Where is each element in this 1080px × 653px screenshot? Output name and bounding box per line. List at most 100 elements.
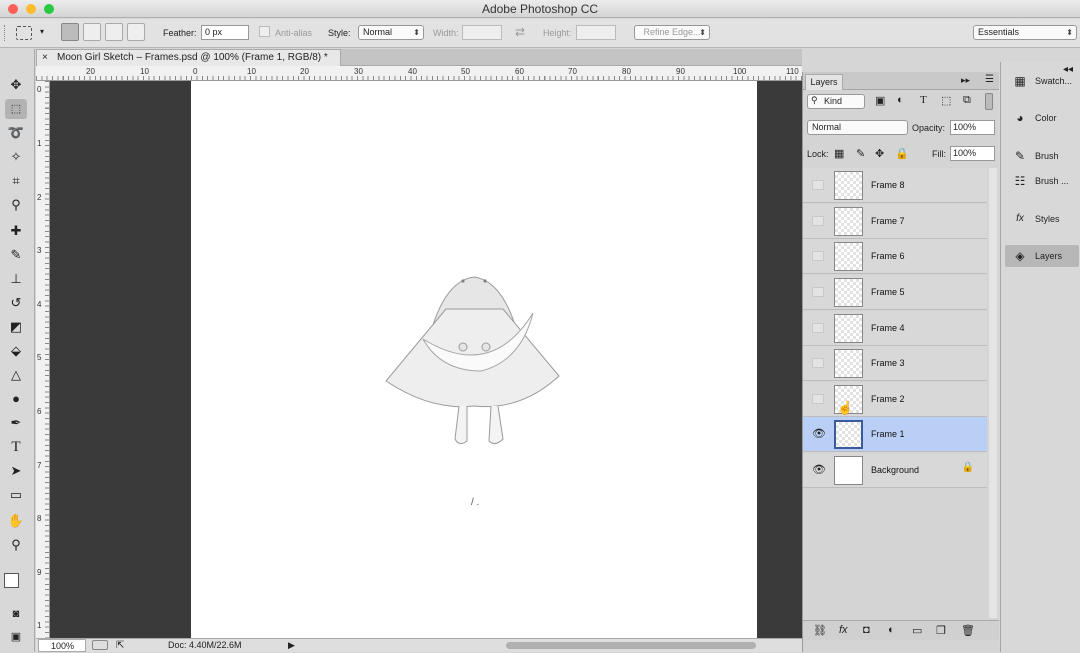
screen-mode-icon[interactable]: ▣	[5, 627, 27, 647]
filter-pixel-icon[interactable]: ▣	[875, 94, 885, 107]
close-window-button[interactable]	[8, 4, 18, 14]
dodge-tool-icon[interactable]: ●	[5, 389, 27, 409]
dock-item-styles[interactable]: fx Styles	[1005, 208, 1079, 230]
marquee-tool-icon[interactable]: ⬚	[5, 99, 27, 119]
dock-item-color[interactable]: ◕ Color	[1005, 107, 1079, 129]
blend-mode-select[interactable]: Normal	[807, 120, 908, 135]
visibility-toggle[interactable]	[812, 287, 824, 297]
filter-adjustment-icon[interactable]: ◐	[897, 94, 904, 106]
document-tab[interactable]: × Moon Girl Sketch – Frames.psd @ 100% (…	[36, 49, 341, 66]
zoom-level-field[interactable]: 100%	[38, 639, 86, 652]
vertical-ruler[interactable]: 0 1 2 3 4 5 6 7 8 9 1	[36, 81, 50, 638]
clone-stamp-tool-icon[interactable]: ⊥	[5, 269, 27, 289]
layers-tab[interactable]: Layers	[805, 74, 843, 90]
dock-item-layers[interactable]: ◈ Layers	[1005, 245, 1079, 267]
swap-dimensions-icon[interactable]: ⇄	[515, 25, 525, 39]
healing-brush-tool-icon[interactable]: ✚	[5, 221, 27, 241]
layer-row[interactable]: Frame 4	[803, 311, 987, 346]
workspace-select[interactable]: Essentials	[973, 25, 1077, 40]
panel-menu-icon[interactable]: ☰	[985, 74, 994, 85]
layer-row[interactable]: Frame 5	[803, 275, 987, 310]
opacity-input[interactable]: 100%	[950, 120, 995, 135]
new-selection-button[interactable]	[61, 23, 79, 41]
visibility-toggle[interactable]	[812, 394, 824, 404]
layer-style-icon[interactable]: fx	[839, 624, 848, 636]
layer-name: Background	[871, 465, 920, 475]
layer-row[interactable]: Frame 7	[803, 204, 987, 239]
filter-toggle[interactable]	[985, 93, 993, 110]
eye-icon[interactable]: 👁	[812, 465, 826, 476]
blur-tool-icon[interactable]: △	[5, 365, 27, 385]
eye-icon[interactable]: 👁	[812, 429, 826, 440]
subtract-from-selection-button[interactable]	[105, 23, 123, 41]
feather-input[interactable]: 0 px	[201, 25, 249, 40]
lock-transparent-icon[interactable]: ▦	[834, 147, 844, 160]
eyedropper-tool-icon[interactable]: ⚲	[5, 195, 27, 215]
close-tab-icon[interactable]: ×	[42, 50, 48, 66]
share-icon[interactable]: ⇱	[116, 639, 124, 652]
document-profile-icon[interactable]	[92, 640, 108, 650]
horizontal-scrollbar[interactable]	[506, 642, 756, 649]
type-tool-icon[interactable]: T	[5, 437, 27, 457]
link-layers-icon[interactable]: ⛓	[813, 624, 827, 637]
zoom-tool-icon[interactable]: ⚲	[5, 535, 27, 555]
crop-tool-icon[interactable]: ⌗	[5, 171, 27, 191]
refine-edge-button[interactable]: Refine Edge...	[634, 25, 710, 40]
dock-item-brush[interactable]: ✎ Brush	[1005, 145, 1079, 167]
preset-dropdown-arrow-icon[interactable]: ▾	[40, 27, 44, 36]
add-mask-icon[interactable]: ◘	[863, 624, 870, 636]
move-tool-icon[interactable]: ✥	[5, 75, 27, 95]
collapse-panel-icon[interactable]: ▸▸	[961, 75, 970, 86]
rectangle-tool-icon[interactable]: ▭	[5, 485, 27, 505]
hand-tool-icon[interactable]: ✋	[5, 511, 27, 531]
pen-tool-icon[interactable]: ✒	[5, 413, 27, 433]
filter-type-icon[interactable]: T	[920, 94, 927, 106]
visibility-toggle[interactable]	[812, 216, 824, 226]
new-adjustment-layer-icon[interactable]: ◐	[888, 624, 895, 636]
height-input[interactable]	[576, 25, 616, 40]
intersect-selection-button[interactable]	[127, 23, 145, 41]
new-layer-icon[interactable]: ❐	[936, 624, 946, 637]
new-group-icon[interactable]: ▭	[912, 624, 922, 637]
lasso-tool-icon[interactable]: ➰	[5, 123, 27, 143]
width-input[interactable]	[462, 25, 502, 40]
paint-bucket-tool-icon[interactable]: ⬙	[5, 341, 27, 361]
antialias-checkbox[interactable]	[259, 26, 270, 37]
path-selection-tool-icon[interactable]: ➤	[5, 461, 27, 481]
layer-row[interactable]: Frame 6	[803, 239, 987, 274]
lock-pixels-icon[interactable]: ✎	[856, 147, 865, 160]
layer-row[interactable]: Frame 3	[803, 346, 987, 381]
quick-selection-tool-icon[interactable]: ✧	[5, 147, 27, 167]
visibility-toggle[interactable]	[812, 323, 824, 333]
history-brush-tool-icon[interactable]: ↺	[5, 293, 27, 313]
layer-row[interactable]: 👁 Background 🔒	[803, 453, 987, 488]
zoom-window-button[interactable]	[44, 4, 54, 14]
marquee-preset-icon[interactable]	[16, 26, 32, 40]
lock-position-icon[interactable]: ✥	[875, 147, 884, 160]
layer-row[interactable]: Frame 2 ☝	[803, 382, 987, 417]
dock-item-swatches[interactable]: ▦ Swatch...	[1005, 70, 1079, 92]
layer-row[interactable]: 👁 Frame 1	[803, 417, 987, 452]
visibility-toggle[interactable]	[812, 251, 824, 261]
options-grip[interactable]	[4, 25, 10, 41]
quick-mask-icon[interactable]: ◙	[5, 604, 27, 624]
visibility-toggle[interactable]	[812, 358, 824, 368]
add-to-selection-button[interactable]	[83, 23, 101, 41]
status-menu-arrow-icon[interactable]: ▶	[288, 639, 295, 652]
brush-tool-icon[interactable]: ✎	[5, 245, 27, 265]
horizontal-ruler[interactable]: 20 10 0 10 20 30 40 50 60 70 80 90 100 1…	[36, 66, 802, 81]
style-select[interactable]: Normal	[358, 25, 424, 40]
layers-scrollbar[interactable]	[989, 168, 997, 618]
minimize-window-button[interactable]	[26, 4, 36, 14]
layer-row[interactable]: Frame 8	[803, 168, 987, 203]
document-canvas[interactable]: / .	[191, 81, 757, 638]
dock-item-brush-presets[interactable]: ☷ Brush ...	[1005, 170, 1079, 192]
filter-shape-icon[interactable]: ⬚	[941, 94, 951, 107]
fill-input[interactable]: 100%	[950, 146, 995, 161]
eraser-tool-icon[interactable]: ◩	[5, 317, 27, 337]
delete-layer-icon[interactable]: 🗑	[961, 624, 975, 637]
lock-all-icon[interactable]: 🔒	[895, 147, 909, 160]
filter-smart-object-icon[interactable]: ⧉	[963, 94, 971, 107]
visibility-toggle[interactable]	[812, 180, 824, 190]
foreground-color-swatch[interactable]	[4, 573, 19, 588]
